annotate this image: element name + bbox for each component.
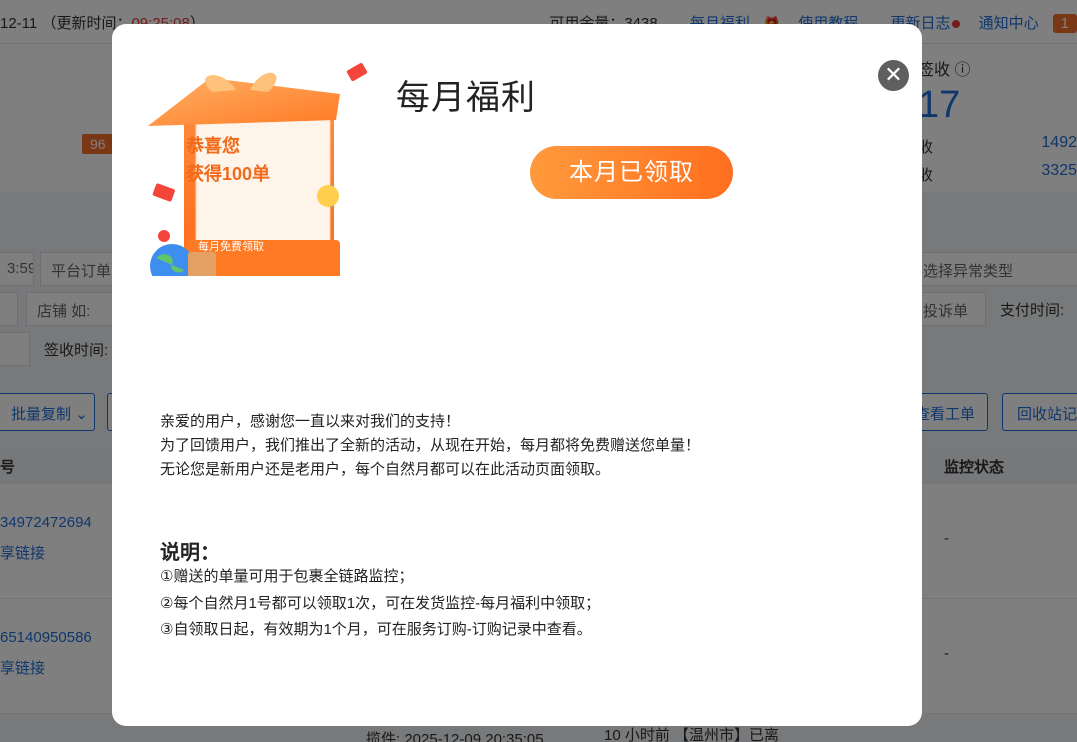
note-item: ①赠送的单量可用于包裹全链路监控； <box>160 568 414 585</box>
intro-text: 亲爱的用户，感谢您一直以来对我们的支持！ 为了回馈用户，我们推出了全新的活动，从… <box>160 410 700 482</box>
gift-headline: 恭喜您 获得100单 <box>186 132 270 188</box>
intro-line: 无论您是新用户还是老用户，每个自然月都可以在此活动页面领取。 <box>160 461 611 478</box>
intro-line: 亲爱的用户，感谢您一直以来对我们的支持！ <box>160 413 461 430</box>
claimed-button[interactable]: 本月已领取 <box>530 146 733 199</box>
gift-line1: 恭喜您 <box>186 136 240 156</box>
modal-title: 每月福利 <box>396 79 536 117</box>
note-item: ③自领取日起，有效期为1个月，可在服务订购-订购记录中查看。 <box>160 621 592 638</box>
gift-line2: 获得100单 <box>186 164 271 184</box>
close-button[interactable]: ✕ <box>878 60 909 91</box>
close-icon: ✕ <box>884 62 903 87</box>
monthly-welfare-modal: 恭喜您 获得100单 每月免费领取 每月福利 ✕ 本月已领取 亲爱的用户，感谢您… <box>112 24 922 726</box>
note-item: ②每个自然月1号都可以领取1次，可在发货监控-每月福利中领取； <box>160 594 601 612</box>
notes-list: ①赠送的单量可用于包裹全链路监控； ②每个自然月1号都可以领取1次，可在发货监控… <box>160 564 600 644</box>
notes-title: 说明： <box>160 542 220 564</box>
gift-subtext: 每月免费领取 <box>198 241 264 253</box>
intro-line: 为了回馈用户，我们推出了全新的活动，从现在开始，每月都将免费赠送您单量！ <box>160 437 701 454</box>
